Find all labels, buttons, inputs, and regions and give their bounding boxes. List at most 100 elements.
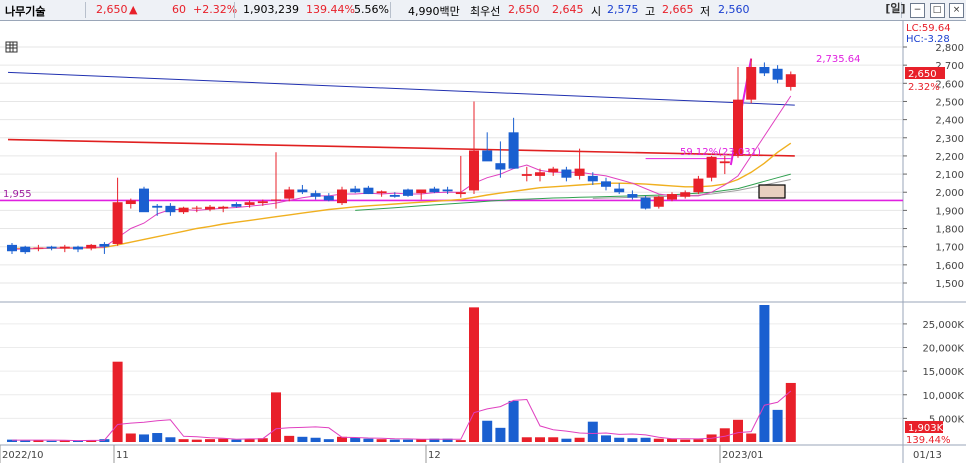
volume: 1,903,239	[243, 3, 299, 16]
volume-bar	[574, 437, 585, 442]
candle-body	[680, 192, 691, 197]
pct-tag: 2.32%	[908, 82, 940, 93]
maximize-icon[interactable]: □	[929, 3, 945, 18]
volume-bar	[350, 437, 361, 442]
best-ask: 2,650	[508, 3, 540, 16]
volume-bar	[20, 440, 31, 442]
candle-body	[561, 169, 572, 178]
up-arrow-icon: ▲	[129, 3, 138, 16]
volume-ratio: 139.44%	[306, 3, 355, 16]
period-button[interactable]: [일]	[885, 2, 905, 15]
candle-body	[442, 189, 453, 192]
stock-chart[interactable]: 1,955 2,735.64 59.12%(23.031) 2,8002,700…	[0, 21, 966, 463]
volume-bar	[640, 437, 651, 442]
candle-body	[59, 246, 70, 249]
best-bid: 2,645	[552, 3, 584, 16]
candle-body	[86, 244, 97, 249]
volume-bar	[482, 420, 493, 442]
volume-bar	[271, 392, 281, 442]
low-price: 2,560	[718, 3, 750, 16]
volume-tick-label: 25,000K	[922, 320, 964, 331]
candle-body	[73, 246, 83, 250]
volume-bar	[614, 437, 625, 442]
chart-background	[0, 21, 966, 463]
price-tick-label: 1,900	[935, 206, 964, 217]
close-icon[interactable]: ×	[949, 3, 964, 18]
price-tick-label: 2,200	[935, 152, 964, 163]
candle-body	[693, 178, 704, 193]
volume-bar	[759, 305, 770, 442]
candle-body	[416, 189, 427, 194]
volume-bar	[733, 419, 743, 442]
volume-bar	[297, 436, 308, 442]
quote-bar: 나무기술 2,650 ▲ 60 +2.32% 1,903,239 139.44%…	[0, 0, 966, 21]
hc-label: HC:-3.28	[906, 34, 950, 45]
x-axis-label: 2022/10	[2, 450, 44, 461]
candle-body	[297, 189, 308, 193]
candle-body	[310, 193, 321, 197]
candle-body	[46, 246, 57, 249]
volume-bar	[178, 439, 189, 442]
hline-label: 1,955	[3, 189, 32, 200]
candle-body	[244, 202, 255, 205]
candle-body	[535, 172, 545, 176]
candle-body	[495, 163, 506, 170]
volume-bar	[310, 437, 321, 442]
volume-tag: 1,903K	[908, 423, 944, 434]
candle-body	[614, 188, 625, 193]
volume-bar	[125, 433, 136, 442]
candle-body	[165, 205, 176, 213]
volume-bar	[535, 437, 545, 442]
volume-bar	[653, 438, 664, 442]
volume-bar	[323, 439, 334, 442]
candle-body	[587, 175, 598, 182]
table-icon[interactable]	[5, 41, 18, 53]
candle-body	[455, 192, 466, 195]
candle-body	[653, 196, 664, 207]
volume-bar	[587, 421, 598, 442]
volume-bar	[508, 400, 519, 442]
volume-bar	[218, 438, 229, 442]
candle-body	[508, 132, 519, 169]
candle-body	[574, 168, 585, 176]
divider	[234, 2, 235, 18]
candle-body	[601, 181, 611, 187]
max-annotation: 2,735.64	[816, 54, 861, 65]
candle-body	[218, 206, 229, 209]
candle-body	[667, 194, 677, 200]
volume-bar	[165, 437, 176, 442]
change-value: 60	[172, 3, 186, 16]
candle-body	[403, 189, 413, 196]
volume-bar	[205, 439, 215, 442]
high-price: 2,665	[662, 3, 694, 16]
volume-bar	[376, 439, 387, 442]
divider	[390, 2, 391, 18]
volume-bar	[363, 438, 374, 442]
candle-body	[99, 243, 110, 247]
candle-body	[20, 246, 31, 253]
price-tick-label: 2,000	[935, 188, 964, 199]
open-label: 시	[591, 5, 602, 18]
candle-body	[389, 194, 400, 197]
candle-body	[323, 195, 334, 201]
selection-box[interactable]	[758, 184, 786, 199]
candle-body	[548, 168, 559, 173]
candle-body	[284, 189, 295, 199]
x-axis-label: 2023/01	[722, 450, 764, 461]
candle-body	[482, 150, 493, 162]
volume-tick-label: 10,000K	[922, 391, 964, 402]
candle-body	[772, 68, 783, 80]
price-tag: 2,650	[908, 69, 937, 80]
volume-bar	[548, 437, 559, 442]
candle-body	[719, 161, 730, 164]
candle-body	[178, 207, 189, 213]
stock-name[interactable]: 나무기술	[5, 3, 45, 19]
candle-body	[785, 74, 796, 87]
minimize-icon[interactable]: −	[910, 3, 925, 18]
volume-tick-label: 15,000K	[922, 367, 964, 378]
volume-bar	[191, 439, 202, 442]
volume-bar	[785, 382, 796, 442]
volume-bar	[693, 439, 704, 442]
price-tick-label: 2,500	[935, 97, 964, 108]
price-tick-label: 1,500	[935, 279, 964, 290]
